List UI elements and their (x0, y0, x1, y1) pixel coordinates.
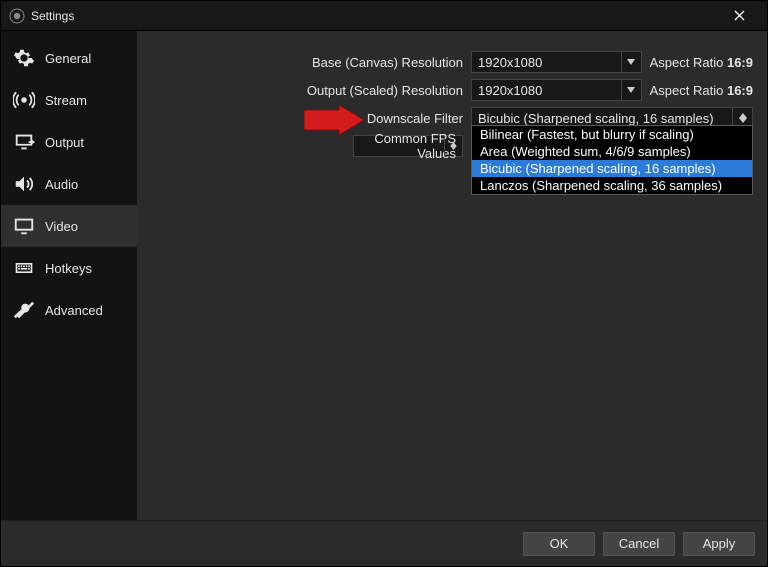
sidebar-item-label: Output (45, 135, 84, 150)
broadcast-icon (13, 89, 35, 111)
fps-mode-select[interactable]: Common FPS Values (353, 135, 463, 157)
aspect-ratio-base: Aspect Ratio 16:9 (650, 55, 753, 70)
close-button[interactable] (719, 2, 759, 30)
base-resolution-label: Base (Canvas) Resolution (151, 55, 471, 70)
ok-button[interactable]: OK (523, 532, 595, 556)
settings-pane-video: Base (Canvas) Resolution 1920x1080 Aspec… (137, 31, 767, 520)
chevron-down-icon (621, 52, 641, 72)
obs-logo-icon (9, 8, 25, 24)
downscale-filter-label: Downscale Filter (151, 111, 471, 126)
sidebar: General Stream Output Audio Video (1, 31, 137, 520)
apply-button[interactable]: Apply (683, 532, 755, 556)
fps-mode-wrapper: Common FPS Values (151, 135, 471, 157)
sidebar-item-audio[interactable]: Audio (1, 163, 137, 205)
output-resolution-select[interactable]: 1920x1080 (471, 79, 642, 101)
sidebar-item-video[interactable]: Video (1, 205, 137, 247)
content-area: General Stream Output Audio Video (1, 31, 767, 520)
sidebar-item-label: Audio (45, 177, 78, 192)
updown-icon (444, 136, 462, 156)
fps-mode-value: Common FPS Values (360, 131, 456, 161)
dialog-footer: OK Cancel Apply (1, 520, 767, 566)
sidebar-item-label: Video (45, 219, 78, 234)
monitor-icon (13, 215, 35, 237)
downscale-filter-dropdown[interactable]: Bilinear (Fastest, but blurry if scaling… (471, 125, 753, 195)
window-title: Settings (31, 9, 719, 23)
dropdown-option-selected[interactable]: Bicubic (Sharpened scaling, 16 samples) (472, 160, 752, 177)
base-resolution-value: 1920x1080 (478, 55, 542, 70)
dropdown-option[interactable]: Area (Weighted sum, 4/6/9 samples) (472, 143, 752, 160)
monitor-arrow-icon (13, 131, 35, 153)
dropdown-option[interactable]: Bilinear (Fastest, but blurry if scaling… (472, 126, 752, 143)
sidebar-item-label: General (45, 51, 91, 66)
output-resolution-value: 1920x1080 (478, 83, 542, 98)
sidebar-item-advanced[interactable]: Advanced (1, 289, 137, 331)
sidebar-item-hotkeys[interactable]: Hotkeys (1, 247, 137, 289)
tools-icon (13, 299, 35, 321)
row-output-resolution: Output (Scaled) Resolution 1920x1080 Asp… (151, 79, 753, 101)
aspect-ratio-output: Aspect Ratio 16:9 (650, 83, 753, 98)
sidebar-item-general[interactable]: General (1, 37, 137, 79)
base-resolution-select[interactable]: 1920x1080 (471, 51, 642, 73)
sidebar-item-label: Advanced (45, 303, 103, 318)
sidebar-item-stream[interactable]: Stream (1, 79, 137, 121)
sidebar-item-label: Stream (45, 93, 87, 108)
titlebar: Settings (1, 1, 767, 31)
keyboard-icon (13, 257, 35, 279)
cancel-button[interactable]: Cancel (603, 532, 675, 556)
speaker-icon (13, 173, 35, 195)
gear-icon (13, 47, 35, 69)
row-base-resolution: Base (Canvas) Resolution 1920x1080 Aspec… (151, 51, 753, 73)
chevron-down-icon (621, 80, 641, 100)
sidebar-item-label: Hotkeys (45, 261, 92, 276)
sidebar-item-output[interactable]: Output (1, 121, 137, 163)
downscale-filter-value: Bicubic (Sharpened scaling, 16 samples) (478, 111, 714, 126)
dropdown-option[interactable]: Lanczos (Sharpened scaling, 36 samples) (472, 177, 752, 194)
output-resolution-label: Output (Scaled) Resolution (151, 83, 471, 98)
